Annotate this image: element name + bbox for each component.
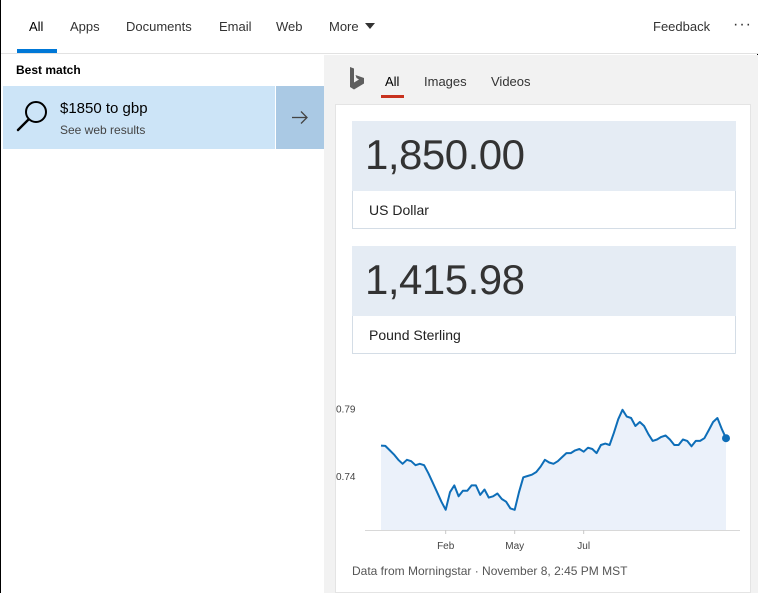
preview-pane: All Images Videos 1,850.00 US Dollar 1,4…: [324, 55, 758, 593]
from-amount-value: 1,850.00: [365, 131, 525, 178]
latest-point-marker: [722, 434, 730, 443]
from-amount-box[interactable]: 1,850.00 US Dollar: [352, 121, 736, 229]
preview-tab-indicator: [381, 95, 404, 98]
exchange-rate-chart: 0.79 0.74 Feb May Jul: [336, 405, 740, 552]
to-amount-area: 1,415.98: [352, 246, 736, 316]
search-scope-bar: All Apps Documents Email Web More Feedba…: [1, 0, 758, 54]
x-tick-label-0: Feb: [437, 541, 455, 552]
from-amount-area: 1,850.00: [352, 121, 736, 191]
active-tab-indicator: [17, 49, 57, 53]
open-result-button[interactable]: [276, 86, 324, 149]
bing-logo-icon: [350, 67, 364, 90]
tab-apps[interactable]: Apps: [70, 0, 100, 54]
results-pane: Best match $1850 to gbp See web results: [1, 55, 324, 593]
preview-tab-videos[interactable]: Videos: [491, 74, 531, 89]
tab-web[interactable]: Web: [276, 0, 303, 54]
preview-tab-all[interactable]: All: [385, 74, 399, 89]
from-currency-select[interactable]: US Dollar: [352, 191, 736, 229]
search-icon: [16, 101, 47, 132]
x-tick-label-1: May: [505, 541, 524, 552]
feedback-button[interactable]: Feedback: [653, 0, 710, 54]
best-match-result[interactable]: $1850 to gbp See web results: [3, 86, 275, 149]
to-currency-select[interactable]: Pound Sterling: [352, 316, 736, 354]
tab-more[interactable]: More: [329, 0, 375, 54]
y-tick-label-0: 0.79: [336, 405, 356, 416]
tab-all[interactable]: All: [29, 0, 43, 54]
data-source-note: Data from Morningstar · November 8, 2:45…: [352, 564, 628, 578]
x-tick-label-2: Jul: [577, 541, 590, 552]
preview-tab-images[interactable]: Images: [424, 74, 467, 89]
tab-email[interactable]: Email: [219, 0, 252, 54]
tab-documents[interactable]: Documents: [126, 0, 192, 54]
to-amount-box[interactable]: 1,415.98 Pound Sterling: [352, 246, 736, 354]
result-subtitle: See web results: [60, 123, 146, 137]
more-options-button[interactable]: ···: [733, 0, 752, 54]
chart-area-fill: [381, 409, 726, 530]
best-match-heading: Best match: [16, 63, 81, 77]
y-tick-label-1: 0.74: [336, 472, 356, 483]
caret-down-icon: [364, 23, 375, 29]
result-title: $1850 to gbp: [60, 100, 148, 117]
to-amount-value: 1,415.98: [365, 256, 525, 303]
tab-more-label: More: [329, 19, 359, 34]
currency-converter-card: 1,850.00 US Dollar 1,415.98 Pound Sterli…: [335, 104, 751, 593]
arrow-right-icon: [292, 111, 308, 124]
